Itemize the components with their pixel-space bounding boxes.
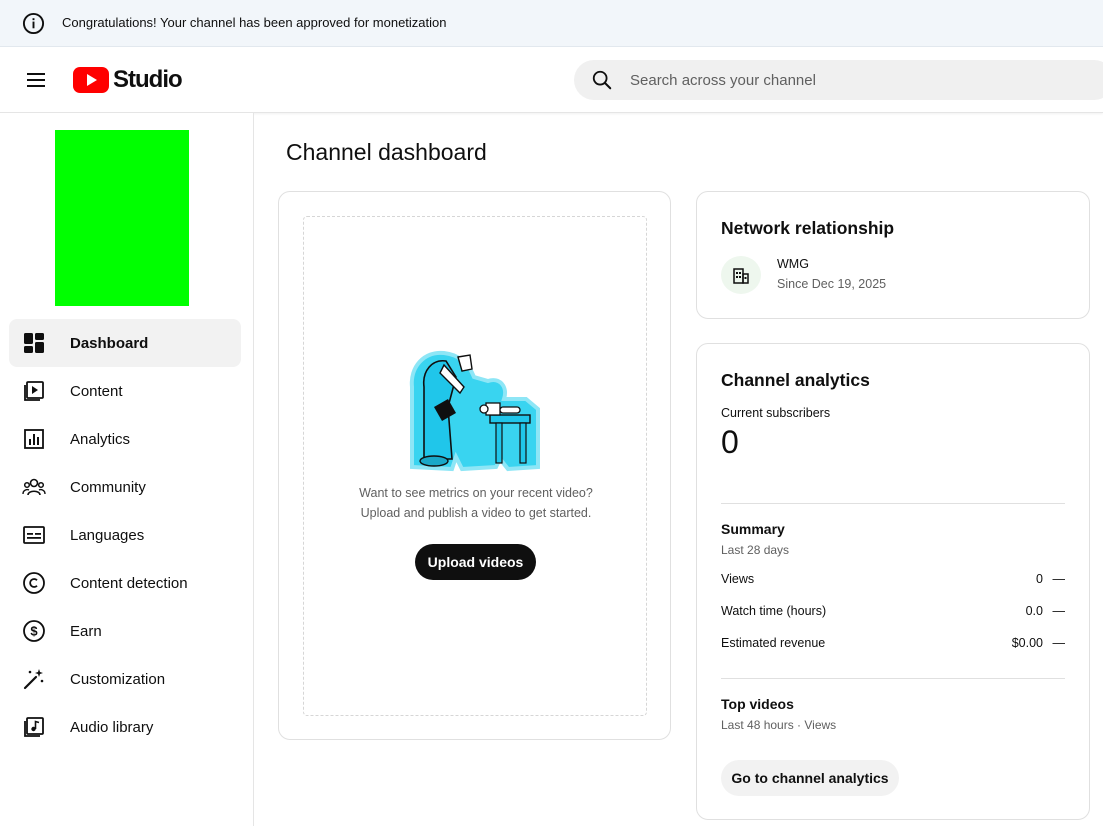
sidebar-item-analytics[interactable]: Analytics (9, 415, 241, 463)
subscribers-count: 0 (721, 424, 739, 460)
summary-period: Last 28 days (721, 543, 790, 557)
channel-analytics-card: Channel analytics Current subscribers 0 … (696, 343, 1090, 820)
divider (721, 503, 1065, 504)
subscribers-label: Current subscribers (721, 406, 831, 420)
sidebar-item-languages[interactable]: Languages (9, 511, 241, 559)
content-icon (24, 381, 44, 401)
youtube-studio-logo[interactable]: Studio (73, 65, 183, 95)
sidebar-nav: Dashboard Content Analytics Community La… (9, 319, 241, 751)
sidebar-item-community[interactable]: Community (9, 463, 241, 511)
metric-trend: — (1052, 604, 1066, 618)
metric-row-estimated-revenue: Estimated revenue $0.00 — (721, 636, 1065, 654)
logo-text: Studio (113, 66, 183, 93)
divider (721, 678, 1065, 679)
top-header: Studio (0, 47, 1103, 113)
metric-row-views: Views 0 — (721, 572, 1065, 590)
summary-title: Summary (721, 521, 785, 537)
channel-avatar[interactable] (55, 130, 189, 306)
sidebar-item-label: Customization (70, 670, 166, 688)
community-icon (22, 478, 46, 496)
metric-trend: — (1052, 572, 1066, 586)
metric-label: Views (721, 572, 755, 586)
analytics-card-title: Channel analytics (721, 370, 870, 390)
metric-value: $0.00 (1011, 636, 1043, 650)
audio-library-icon (24, 717, 44, 737)
dollar-icon: $ (23, 620, 45, 642)
empty-state-line-2: Upload and publish a video to get starte… (360, 506, 592, 520)
search-bar[interactable] (574, 60, 1103, 100)
sidebar-item-label: Content (70, 382, 123, 400)
metric-value: 0 (1036, 572, 1043, 586)
sidebar-item-label: Content detection (70, 574, 188, 592)
metric-trend: — (1052, 636, 1066, 650)
monetization-banner: Congratulations! Your channel has been a… (0, 0, 1103, 47)
upload-dropzone: Want to see metrics on your recent video… (303, 216, 647, 716)
top-videos-subtitle: Last 48 hours · Views (721, 718, 837, 732)
analytics-icon (24, 429, 44, 449)
search-icon[interactable] (591, 69, 613, 91)
youtube-play-icon (73, 67, 109, 93)
magic-wand-icon (23, 669, 44, 690)
illustration-image (409, 350, 540, 472)
sidebar-item-content[interactable]: Content (9, 367, 241, 415)
metric-value: 0.0 (1025, 604, 1043, 618)
recent-video-card: Want to see metrics on your recent video… (278, 191, 671, 740)
building-icon (733, 268, 749, 284)
copyright-icon (23, 572, 45, 594)
go-to-channel-analytics-button[interactable]: Go to channel analytics (721, 760, 899, 796)
sidebar-item-label: Analytics (70, 430, 131, 448)
metric-row-watch-time: Watch time (hours) 0.0 — (721, 604, 1065, 622)
dashboard-icon (24, 333, 44, 353)
sidebar-item-content-detection[interactable]: Content detection (9, 559, 241, 607)
network-name: WMG (777, 257, 809, 271)
sidebar: Dashboard Content Analytics Community La… (0, 113, 254, 826)
sidebar-item-dashboard[interactable]: Dashboard (9, 319, 241, 367)
hamburger-menu-icon[interactable] (20, 64, 52, 96)
metric-label: Estimated revenue (721, 636, 826, 650)
network-since-date: Since Dec 19, 2025 (777, 277, 887, 291)
sidebar-item-earn[interactable]: $ Earn (9, 607, 241, 655)
empty-state-line-1: Want to see metrics on your recent video… (359, 486, 593, 500)
upload-videos-button[interactable]: Upload videos (415, 544, 536, 580)
sidebar-item-label: Community (70, 478, 146, 496)
empty-state-message: Want to see metrics on your recent video… (304, 483, 648, 523)
sidebar-item-label: Audio library (70, 718, 154, 736)
sidebar-item-customization[interactable]: Customization (9, 655, 241, 703)
page-title: Channel dashboard (286, 139, 487, 165)
sidebar-item-label: Languages (70, 526, 145, 544)
sidebar-item-label: Dashboard (70, 334, 149, 352)
metric-label: Watch time (hours) (721, 604, 827, 618)
top-videos-title: Top videos (721, 696, 794, 712)
banner-text: Congratulations! Your channel has been a… (62, 15, 447, 30)
info-icon (22, 12, 45, 35)
sidebar-item-audio-library[interactable]: Audio library (9, 703, 241, 751)
sidebar-item-label: Earn (70, 622, 102, 640)
languages-icon (23, 526, 45, 544)
search-input[interactable] (630, 60, 1090, 100)
network-relationship-card: Network relationship WMG Since Dec 19, 2… (696, 191, 1090, 319)
svg-text:$: $ (30, 624, 38, 639)
network-card-title: Network relationship (721, 218, 895, 238)
